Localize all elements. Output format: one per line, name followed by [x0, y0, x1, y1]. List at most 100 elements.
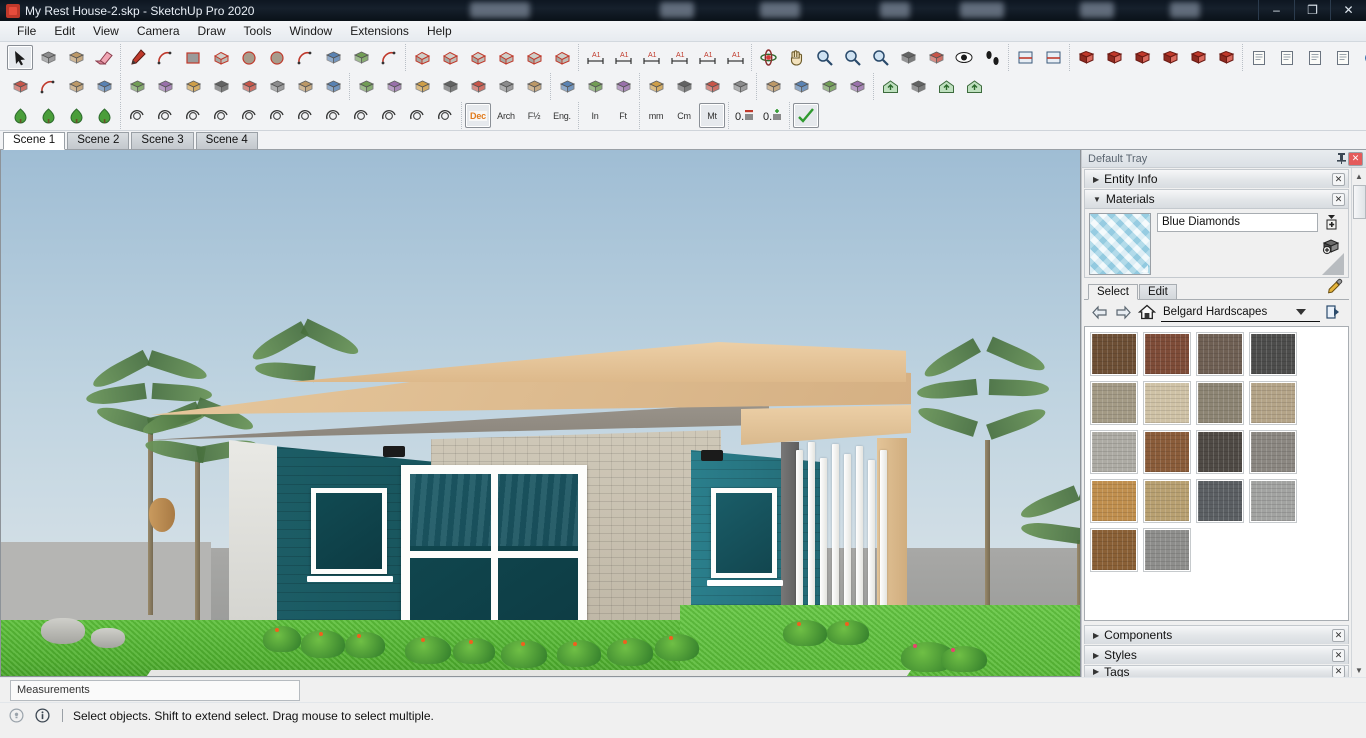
units-feet-button[interactable]: Ft: [610, 103, 636, 128]
panel-close-styles[interactable]: ✕: [1332, 648, 1345, 662]
blue-diamonds-swatch[interactable]: [1089, 213, 1151, 275]
menu-item-camera[interactable]: Camera: [128, 22, 189, 40]
scroll-down-arrow[interactable]: ▼: [1353, 664, 1366, 677]
round-rect-tool[interactable]: [348, 103, 374, 128]
shadow-settings[interactable]: [816, 74, 842, 99]
swatch-4[interactable]: [1249, 332, 1297, 376]
swatch-1[interactable]: [1090, 332, 1138, 376]
units-architectural-button[interactable]: Arch: [493, 103, 519, 128]
print-document-button[interactable]: [1330, 45, 1356, 70]
make-component-tool[interactable]: [35, 45, 61, 70]
hook-tool[interactable]: [320, 103, 346, 128]
pie-tool[interactable]: [376, 45, 402, 70]
swatch-3[interactable]: [1196, 332, 1244, 376]
units-centimeters-button[interactable]: Cm: [671, 103, 697, 128]
units-engineering-button[interactable]: Eng.: [549, 103, 575, 128]
protractor-tool[interactable]: A1: [638, 45, 664, 70]
scroll-thumb[interactable]: [1352, 185, 1366, 219]
swatch-5[interactable]: [1090, 381, 1138, 425]
position-camera-tool[interactable]: [923, 45, 949, 70]
pan-tool[interactable]: [783, 45, 809, 70]
orbit-tool[interactable]: [755, 45, 781, 70]
circle-draw-tool[interactable]: [124, 103, 150, 128]
arrow-left-icon[interactable]: [1089, 302, 1109, 322]
move-tool[interactable]: [409, 45, 435, 70]
extension-warehouse-button[interactable]: [905, 74, 931, 99]
lightbulb-icon[interactable]: [6, 706, 26, 726]
panel-header-materials[interactable]: ▼ Materials ✕: [1084, 189, 1349, 208]
explode-tool[interactable]: [320, 74, 346, 99]
measurements-input[interactable]: Measurements: [10, 679, 300, 701]
cylinder-tool[interactable]: [376, 103, 402, 128]
curve-tool[interactable]: [292, 103, 318, 128]
circle-tool[interactable]: [236, 45, 262, 70]
drape-tool[interactable]: [465, 74, 491, 99]
trim-tool[interactable]: [208, 74, 234, 99]
save-document-button[interactable]: [1302, 45, 1328, 70]
menu-item-draw[interactable]: Draw: [189, 22, 235, 40]
paint-bucket-tool[interactable]: [63, 45, 89, 70]
menu-item-extensions[interactable]: Extensions: [341, 22, 418, 40]
3d-model-viewport[interactable]: [0, 150, 1081, 677]
intersect-tool[interactable]: [124, 74, 150, 99]
share-model-button[interactable]: [961, 74, 987, 99]
rotated-rectangle-tool[interactable]: [208, 45, 234, 70]
style-shaded-button[interactable]: [1157, 45, 1183, 70]
style-hidden-line-button[interactable]: [1129, 45, 1155, 70]
dynamic-component-options[interactable]: [554, 74, 580, 99]
swatch-11[interactable]: [1196, 430, 1244, 474]
flip-edge-tool[interactable]: [521, 74, 547, 99]
material-library-select[interactable]: Belgard Hardscapes: [1161, 302, 1320, 322]
helix-tool[interactable]: [208, 103, 234, 128]
display-section-cuts-toggle[interactable]: [1040, 45, 1066, 70]
menu-item-view[interactable]: View: [84, 22, 128, 40]
open-document-button[interactable]: [1274, 45, 1300, 70]
menu-item-edit[interactable]: Edit: [45, 22, 84, 40]
tape-measure-tool[interactable]: A1: [582, 45, 608, 70]
menu-item-file[interactable]: File: [8, 22, 45, 40]
three-d-text-tool[interactable]: A1: [722, 45, 748, 70]
swatch-16[interactable]: [1249, 479, 1297, 523]
spiral-tool[interactable]: [180, 103, 206, 128]
tray-scrollbar[interactable]: ▲ ▼: [1351, 168, 1366, 677]
sandbox-tool-green-4[interactable]: [91, 103, 117, 128]
swatch-7[interactable]: [1196, 381, 1244, 425]
swatch-10[interactable]: [1143, 430, 1191, 474]
outer-shell-tool[interactable]: [7, 74, 33, 99]
info-circle-icon[interactable]: [32, 706, 52, 726]
stamp-tool[interactable]: [437, 74, 463, 99]
swatch-9[interactable]: [1090, 430, 1138, 474]
advanced-camera-tool-1[interactable]: [643, 74, 669, 99]
scene-tab-1[interactable]: Scene 1: [3, 132, 66, 150]
arc-center-tool[interactable]: [35, 74, 61, 99]
follow-me-tool[interactable]: [493, 45, 519, 70]
close-button[interactable]: ✕: [1330, 0, 1366, 20]
units-inches-button[interactable]: In: [582, 103, 608, 128]
menu-item-window[interactable]: Window: [281, 22, 342, 40]
solid-tools-extra[interactable]: [264, 74, 290, 99]
solid-paint-tool[interactable]: [91, 74, 117, 99]
menu-item-tools[interactable]: Tools: [235, 22, 281, 40]
previous-view-button[interactable]: [895, 45, 921, 70]
warehouse-button[interactable]: [877, 74, 903, 99]
tab-select[interactable]: Select: [1088, 284, 1138, 300]
sync-button[interactable]: [1358, 45, 1366, 70]
panel-close-materials[interactable]: ✕: [1332, 192, 1345, 206]
scroll-up-arrow[interactable]: ▲: [1353, 170, 1366, 183]
panel-header-entity-info[interactable]: ▶ Entity Info ✕: [1084, 169, 1349, 188]
look-around-tool[interactable]: [951, 45, 977, 70]
polygon-tool[interactable]: [264, 45, 290, 70]
decrease-precision-button[interactable]: 0.: [732, 103, 758, 128]
material-name-field[interactable]: Blue Diamonds: [1157, 213, 1318, 232]
minimize-button[interactable]: –: [1258, 0, 1294, 20]
axes-tool[interactable]: A1: [694, 45, 720, 70]
home-icon[interactable]: [1137, 302, 1157, 322]
sandbox-from-contours[interactable]: [353, 74, 379, 99]
zoom-window-tool[interactable]: [839, 45, 865, 70]
dynamic-component-interact[interactable]: [582, 74, 608, 99]
split-tool[interactable]: [236, 74, 262, 99]
eyedropper-icon[interactable]: [1326, 278, 1343, 298]
sandbox-from-scratch[interactable]: [381, 74, 407, 99]
eraser-tool[interactable]: [91, 45, 117, 70]
bezier-tool[interactable]: [63, 74, 89, 99]
